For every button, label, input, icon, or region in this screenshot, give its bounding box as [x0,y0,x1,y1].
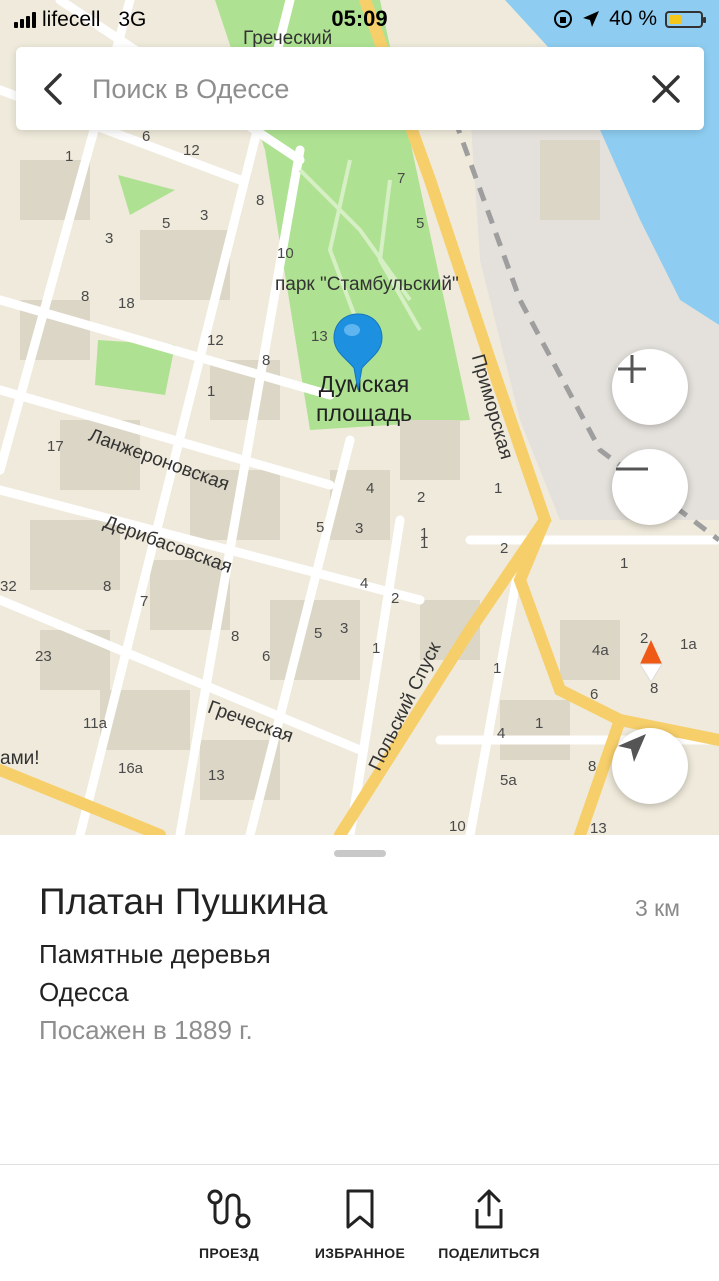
house-number: 10 [449,818,466,835]
clear-search-button[interactable] [646,69,686,109]
house-number: 2 [417,489,426,506]
back-button[interactable] [34,69,74,109]
route-icon [207,1189,251,1229]
house-number: 1 [65,148,74,165]
house-number: 3 [355,520,364,537]
house-number: 5 [416,215,425,232]
house-number: 3 [200,207,209,224]
map-label-park: парк "Стамбульский" [275,274,459,295]
compass-icon [639,640,663,683]
favorites-label: ИЗБРАННОЕ [314,1245,406,1261]
house-number: 5а [500,772,517,789]
house-number: 4 [366,480,375,497]
house-number: 17 [47,438,64,455]
house-number: 8 [588,758,597,775]
house-number: 4 [497,725,506,742]
house-number: 1 [494,480,503,497]
house-number: 23 [35,648,52,665]
zoom-out-button[interactable] [612,449,688,525]
route-button[interactable]: ПРОЕЗД [154,1187,304,1261]
house-number: 2 [500,540,509,557]
house-number: 8 [262,352,271,369]
route-label: ПРОЕЗД [199,1245,259,1261]
house-number: 5 [316,519,325,536]
house-number: 8 [256,192,265,209]
house-number: 6 [142,128,151,145]
house-number: 1а [680,636,697,653]
location-arrow-icon [583,11,600,27]
battery-icon [665,10,706,28]
house-number: 11а [83,715,107,732]
favorites-button[interactable]: ИЗБРАННОЕ [285,1187,435,1261]
house-number: 3 [340,620,349,637]
house-number: 8 [81,288,90,305]
share-button[interactable]: ПОДЕЛИТЬСЯ [414,1187,564,1261]
house-number: 8 [103,578,112,595]
search-input[interactable]: Поиск в Одессе [92,74,289,105]
place-title: Платан Пушкина [39,881,328,922]
bookmark-icon [346,1189,374,1229]
plus-icon [618,355,646,383]
house-number: 8 [231,628,240,645]
orientation-lock-icon [554,10,573,28]
compass-button[interactable] [626,636,676,686]
house-number: 7 [140,593,149,610]
share-icon [475,1189,503,1229]
house-number: 12 [183,142,200,159]
place-description: Посажен в 1889 г. [39,1015,253,1045]
house-number: 5 [162,215,171,232]
battery-percent: 40 % [609,7,657,30]
map-label-square-line2: площадь [316,400,413,426]
house-number: 5 [314,625,323,642]
place-card[interactable]: Платан Пушкина 3 км Памятные деревья Оде… [0,835,719,1164]
house-number: 4 [360,575,369,592]
location-pin-icon[interactable] [332,312,384,392]
house-number: 13 [311,328,328,345]
house-number: 12 [207,332,224,349]
status-bar: lifecell 3G 05:09 40 % [0,0,719,40]
place-distance: 3 км [634,895,680,921]
share-label: ПОДЕЛИТЬСЯ [438,1245,540,1261]
house-number: 2 [391,590,400,607]
house-number: 1 [493,660,502,677]
place-category: Памятные деревья [39,939,271,969]
house-number: 1 [207,383,216,400]
close-icon [652,75,680,103]
house-number: 16а [118,760,144,777]
search-bar[interactable]: Поиск в Одессе [16,47,704,130]
house-number: 13 [590,820,607,835]
house-number: 10 [277,245,294,262]
small-park [118,175,175,215]
map-label-edge: ами! [0,748,40,769]
house-number: 3 [105,230,114,247]
locate-me-button[interactable] [612,728,688,804]
house-number: 6 [262,648,271,665]
house-number: 1 [420,525,429,542]
house-number: 32 [0,578,17,595]
action-bar: ПРОЕЗД ИЗБРАННОЕ ПОДЕЛИТЬСЯ [0,1164,719,1281]
sheet-drag-handle[interactable] [334,850,386,857]
house-number: 13 [208,767,225,784]
minus-icon [616,467,648,471]
house-number: 6 [590,686,599,703]
place-city: Одесса [39,977,129,1007]
house-number: 18 [118,295,135,312]
house-number: 4а [592,642,609,659]
zoom-in-button[interactable] [612,349,688,425]
navigation-arrow-icon [618,734,646,762]
house-number: 1 [535,715,544,732]
house-number: 1 [620,555,629,572]
house-number: 7 [397,170,406,187]
chevron-left-icon [44,73,62,105]
house-number: 1 [372,640,381,657]
